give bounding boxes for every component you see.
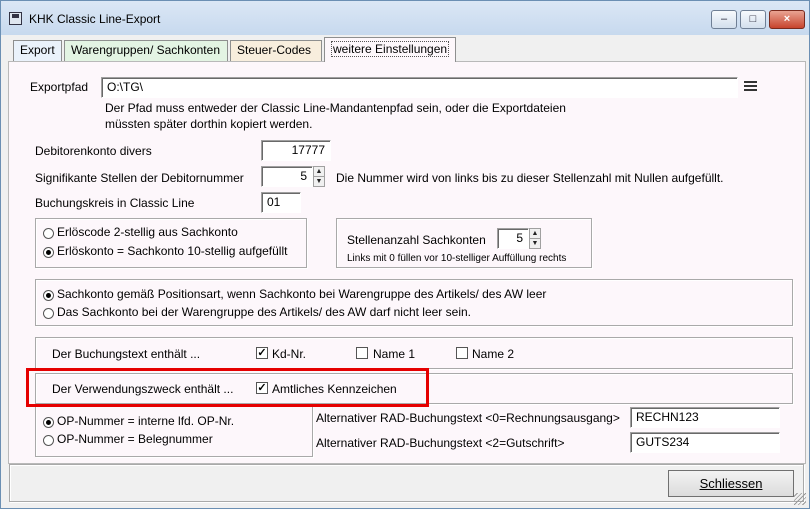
minimize-icon: – xyxy=(720,13,728,25)
maximize-button[interactable]: □ xyxy=(740,10,766,29)
debitor-digits-label: Signifikante Stellen der Debitornummer xyxy=(35,171,244,185)
accounts-length-hint: Links mit 0 füllen vor 10-stelliger Auff… xyxy=(347,253,567,264)
minimize-button[interactable]: – xyxy=(711,10,737,29)
booking-text-group: Der Buchungstext enthält ... ✓ Kd-Nr. Na… xyxy=(35,337,793,369)
booking-circle-label: Buchungskreis in Classic Line xyxy=(35,196,195,210)
tab-steuer-codes[interactable]: Steuer-Codes xyxy=(230,40,322,61)
tab-export[interactable]: Export xyxy=(13,40,62,61)
export-path-hint-line-2: müssten später dorthin kopiert werden. xyxy=(105,117,313,131)
tab-warengruppen[interactable]: Warengruppen/ Sachkonten xyxy=(64,40,228,61)
sachkonto-option-1-label[interactable]: Sachkonto gemäß Positionsart, wenn Sachk… xyxy=(57,287,546,301)
close-button[interactable]: × xyxy=(769,10,805,29)
spin-up-icon[interactable]: ▲ xyxy=(314,167,324,176)
tab-weitere-einstellungen-label: weitere Einstellungen xyxy=(331,41,450,57)
maximize-icon: □ xyxy=(749,13,757,25)
name-1-checkbox[interactable] xyxy=(356,347,368,359)
spin-down-icon[interactable]: ▼ xyxy=(314,176,324,186)
footer-bar: Schliessen xyxy=(9,464,804,502)
export-path-input[interactable]: O:\TG\ xyxy=(101,77,738,98)
sachkonto-option-1-radio[interactable] xyxy=(43,290,54,301)
name-2-checkbox[interactable] xyxy=(456,347,468,359)
accounts-length-spinner[interactable]: ▲ ▼ xyxy=(529,228,541,249)
rad-text-0-input[interactable]: RECHN123 xyxy=(630,407,780,428)
debitor-digits-input[interactable]: 5 xyxy=(261,166,313,187)
revenue-option-2-label[interactable]: Erlöskonto = Sachkonto 10-stellig aufgef… xyxy=(57,244,287,258)
accounts-group: Stellenanzahl Sachkonten 5 ▲ ▼ Links mit… xyxy=(336,218,592,268)
accounts-length-input[interactable]: 5 xyxy=(497,228,529,249)
window-title: KHK Classic Line-Export xyxy=(29,12,161,26)
export-path-label: Exportpfad xyxy=(30,80,89,94)
rad-text-2-input[interactable]: GUTS234 xyxy=(630,432,780,453)
kd-nr-label[interactable]: Kd-Nr. xyxy=(272,347,306,361)
sachkonto-option-2-label[interactable]: Das Sachkonto bei der Warengruppe des Ar… xyxy=(57,305,471,319)
op-number-group: OP-Nummer = interne lfd. OP-Nr. OP-Numme… xyxy=(35,405,313,457)
op-option-2-radio[interactable] xyxy=(43,435,54,446)
export-path-hint-line-1: Der Pfad muss entweder der Classic Line-… xyxy=(105,101,566,115)
sachkonto-group: Sachkonto gemäß Positionsart, wenn Sachk… xyxy=(35,279,793,326)
close-dialog-label: Schliessen xyxy=(699,476,763,491)
rad-text-2-label: Alternativer RAD-Buchungstext <2=Gutschr… xyxy=(316,436,565,450)
debitor-digits-hint: Die Nummer wird von links bis zu dieser … xyxy=(336,171,724,185)
resize-grip-icon[interactable] xyxy=(794,493,806,505)
accounts-length-label: Stellenanzahl Sachkonten xyxy=(347,233,486,247)
revenue-option-1-radio[interactable] xyxy=(43,228,54,239)
op-option-1-label[interactable]: OP-Nummer = interne lfd. OP-Nr. xyxy=(57,414,234,428)
op-option-2-label[interactable]: OP-Nummer = Belegnummer xyxy=(57,432,213,446)
kd-nr-checkbox[interactable]: ✓ xyxy=(256,347,268,359)
revenue-option-2-radio[interactable] xyxy=(43,247,54,258)
name-1-label[interactable]: Name 1 xyxy=(373,347,415,361)
name-2-label[interactable]: Name 2 xyxy=(472,347,514,361)
booking-circle-input[interactable]: 01 xyxy=(261,192,301,213)
browse-path-button[interactable] xyxy=(742,78,760,94)
op-option-1-radio[interactable] xyxy=(43,417,54,428)
title-bar[interactable]: KHK Classic Line-Export – □ × xyxy=(1,1,809,35)
booking-text-label: Der Buchungstext enthält ... xyxy=(52,347,201,361)
revenue-group: Erlöscode 2-stellig aus Sachkonto Erlösk… xyxy=(35,218,307,268)
highlight-box xyxy=(26,368,429,407)
debitor-account-input[interactable]: 17777 xyxy=(261,140,331,161)
tab-weitere-einstellungen[interactable]: weitere Einstellungen xyxy=(324,37,456,62)
spin-up-icon[interactable]: ▲ xyxy=(530,229,540,238)
dialog-client-area: Export Warengruppen/ Sachkonten Steuer-C… xyxy=(6,35,806,505)
close-icon: × xyxy=(783,13,791,25)
sachkonto-option-2-radio[interactable] xyxy=(43,308,54,319)
export-window: KHK Classic Line-Export – □ × Export War… xyxy=(0,0,810,509)
debitor-digits-spinner[interactable]: ▲ ▼ xyxy=(313,166,325,187)
debitor-account-label: Debitorenkonto divers xyxy=(35,144,152,158)
rad-text-0-label: Alternativer RAD-Buchungstext <0=Rechnun… xyxy=(316,411,620,425)
spin-down-icon[interactable]: ▼ xyxy=(530,238,540,248)
floppy-disk-icon xyxy=(9,12,22,25)
close-dialog-button[interactable]: Schliessen xyxy=(668,470,794,497)
revenue-option-1-label[interactable]: Erlöscode 2-stellig aus Sachkonto xyxy=(57,225,238,239)
list-icon xyxy=(744,81,757,91)
